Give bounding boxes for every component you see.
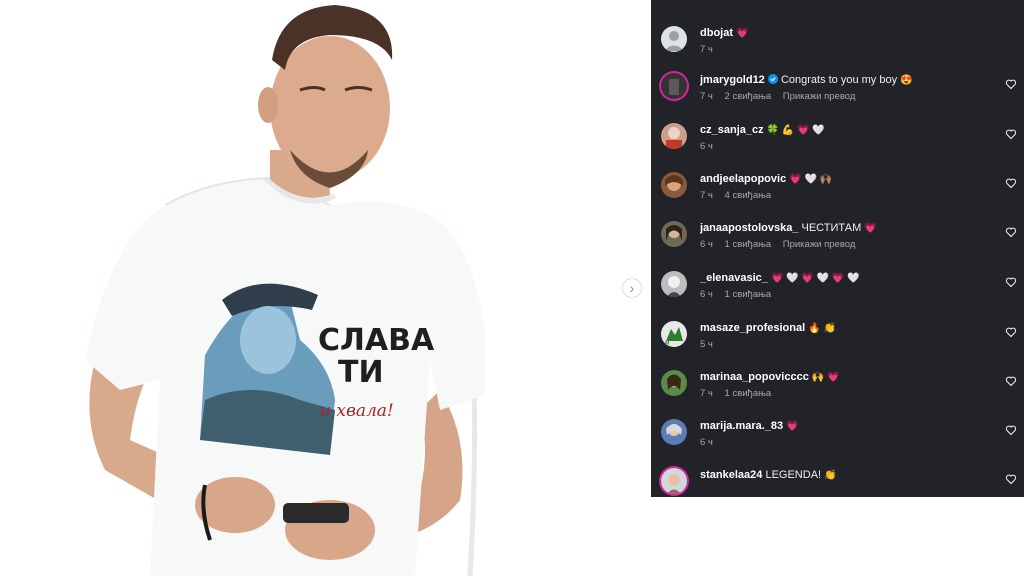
avatar[interactable]	[661, 468, 687, 494]
comment-username[interactable]: masaze_profesional	[700, 322, 805, 334]
comment-item: andjeelapopovic 💗 🤍 🙌🏽 7 ч 4 свиђања	[661, 172, 1017, 212]
comment-emoji: 🙌 💗	[811, 372, 840, 383]
avatar[interactable]	[661, 26, 687, 52]
see-translation-button[interactable]: Прикажи превод	[783, 91, 856, 102]
avatar[interactable]	[661, 370, 687, 396]
comment-username[interactable]: stankelaa24	[700, 469, 762, 481]
comment-time[interactable]: 6 ч	[700, 289, 713, 300]
comment-time[interactable]: 7 ч	[700, 388, 713, 399]
comment-likes[interactable]: 1 свиђања	[725, 388, 772, 399]
comment-item: stankelaa24 LEGENDA! 👏	[661, 468, 1017, 497]
comment-emoji: 🍀 💪 💗 🤍	[766, 125, 825, 136]
comment-item: marinaa_popovicccc 🙌 💗 7 ч 1 свиђања	[661, 370, 1017, 410]
verified-badge-icon	[767, 74, 778, 84]
comment-item: M masaze_profesional 🔥 👏 5 ч	[661, 321, 1017, 361]
comment-time[interactable]: 6 ч	[700, 141, 713, 152]
comment-username[interactable]: marinaa_popovicccc	[700, 371, 809, 383]
comment-time[interactable]: 6 ч	[700, 437, 713, 448]
comment-time[interactable]: 7 ч	[700, 91, 713, 102]
comment-emoji: 💗 🤍 🙌🏽	[789, 174, 833, 185]
post-photo-illustration: СЛАВА ТИ и хвала!	[85, 5, 485, 576]
comment-item: janaapostolovska_ ЧЕСТИТАМ 💗 6 ч 1 свиђа…	[661, 221, 1017, 261]
heart-icon[interactable]	[1005, 375, 1017, 387]
comment-emoji: 🔥 👏	[808, 323, 836, 334]
comment-time[interactable]: 5 ч	[700, 339, 713, 350]
avatar[interactable]	[661, 419, 687, 445]
heart-icon[interactable]	[1005, 473, 1017, 485]
comment-likes[interactable]: 2 свиђања	[725, 91, 772, 102]
heart-icon[interactable]	[1005, 78, 1017, 90]
shirt-print-line3: и хвала!	[320, 401, 394, 421]
comment-likes[interactable]: 4 свиђања	[725, 190, 772, 201]
comment-emoji: 💗	[786, 421, 799, 432]
heart-icon[interactable]	[1005, 177, 1017, 189]
comment-time[interactable]: 7 ч	[700, 44, 713, 55]
heart-icon[interactable]	[1005, 128, 1017, 140]
comment-time[interactable]: 7 ч	[700, 190, 713, 201]
comment-username[interactable]: janaapostolovska_	[700, 222, 798, 234]
comment-text: Congrats to you my boy	[780, 74, 898, 86]
comment-item: marija.mara._83 💗 6 ч	[661, 419, 1017, 459]
carousel-next-button[interactable]: ›	[622, 278, 642, 298]
page-background	[651, 497, 1024, 576]
avatar[interactable]: M	[661, 321, 687, 347]
see-translation-button[interactable]: Прикажи превод	[783, 239, 856, 250]
comment-text: ЧЕСТИТАМ	[801, 222, 862, 234]
comment-item: _elenavasic_ 💗 🤍 💗 🤍 💗 🤍 6 ч 1 свиђања	[661, 271, 1017, 311]
comment-username[interactable]: cz_sanja_cz	[700, 124, 764, 136]
comment-username[interactable]: dbojat	[700, 27, 733, 39]
comment-emoji: 💗	[736, 28, 749, 39]
comment-username[interactable]: _elenavasic_	[700, 272, 768, 284]
avatar[interactable]	[661, 123, 687, 149]
avatar[interactable]	[661, 271, 687, 297]
post-image: СЛАВА ТИ и хвала!	[0, 0, 651, 576]
avatar[interactable]	[661, 172, 687, 198]
avatar[interactable]	[661, 221, 687, 247]
heart-icon[interactable]	[1005, 326, 1017, 338]
comment-username[interactable]: jmarygold12	[700, 74, 765, 86]
chevron-right-icon: ›	[629, 280, 635, 296]
comment-text: LEGENDA!	[765, 469, 822, 481]
comment-username[interactable]: andjeelapopovic	[700, 173, 786, 185]
heart-icon[interactable]	[1005, 276, 1017, 288]
comment-emoji: 😍	[900, 75, 913, 86]
heart-icon[interactable]	[1005, 424, 1017, 436]
heart-icon[interactable]	[1005, 226, 1017, 238]
comment-username[interactable]: marija.mara._83	[700, 420, 783, 432]
comment-item: cz_sanja_cz 🍀 💪 💗 🤍 6 ч	[661, 123, 1017, 163]
comment-emoji: 💗	[864, 223, 877, 234]
avatar[interactable]	[661, 73, 687, 99]
shirt-print-line1: СЛАВА	[318, 323, 435, 358]
shirt-print-line2: ТИ	[338, 355, 384, 390]
svg-text:M: M	[665, 341, 669, 347]
comment-likes[interactable]: 1 свиђања	[725, 289, 772, 300]
comment-emoji: 💗 🤍 💗 🤍 💗 🤍	[770, 273, 860, 284]
comment-item: jmarygold12 Congrats to you my boy 😍 7 ч…	[661, 73, 1017, 113]
comments-panel: dbojat 💗 7 ч jmarygold12 Congrats to you…	[651, 0, 1024, 497]
comment-item: dbojat 💗 7 ч	[661, 26, 1017, 66]
comment-emoji: 👏	[824, 470, 837, 481]
comment-time[interactable]: 6 ч	[700, 239, 713, 250]
comment-likes[interactable]: 1 свиђања	[725, 239, 772, 250]
